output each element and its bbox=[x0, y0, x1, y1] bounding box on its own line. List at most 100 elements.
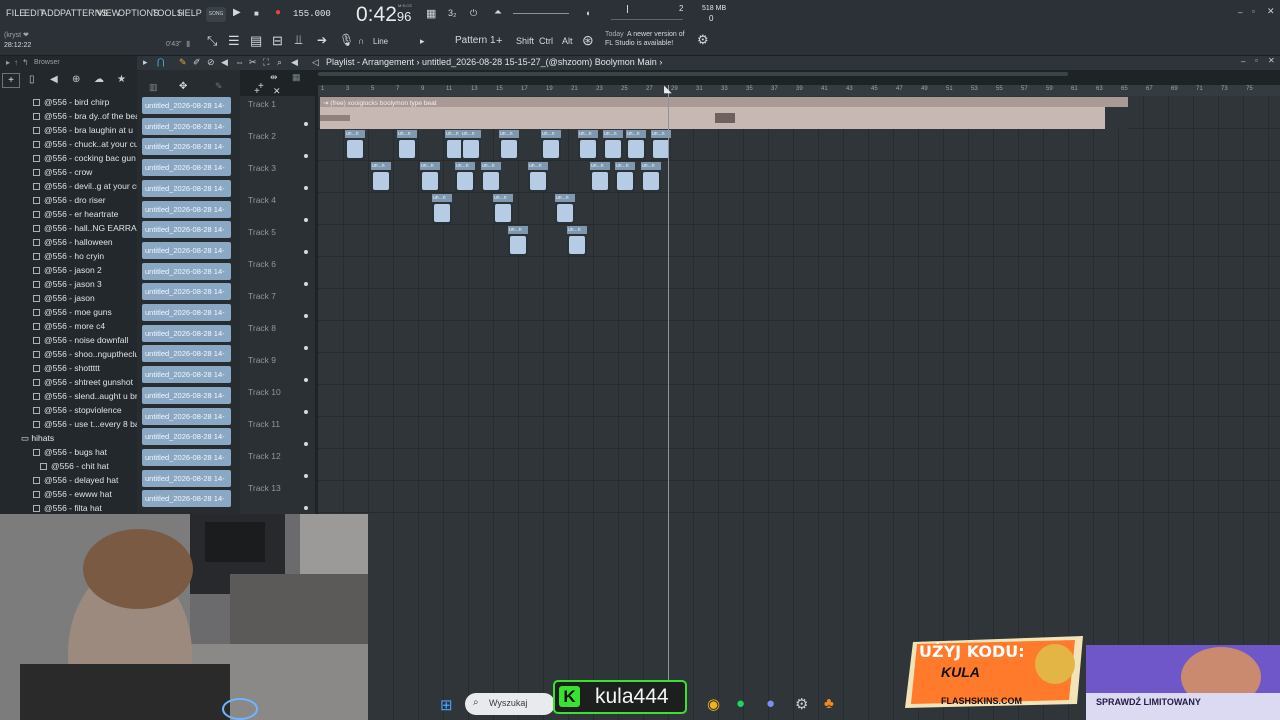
browser-item[interactable]: @556 - hall..NG EARRAPE) bbox=[33, 223, 151, 237]
typing-keyboard-icon[interactable]: ▦ bbox=[426, 7, 436, 20]
menu-file[interactable]: FILE bbox=[6, 8, 25, 18]
playlist-maximize-icon[interactable]: ▫ bbox=[1255, 56, 1258, 65]
tempo-tapper-icon[interactable]: ➔ bbox=[317, 33, 327, 47]
clip-picker-item[interactable]: untitled_2026-08-28 14- bbox=[142, 386, 231, 404]
pattern-clip[interactable]: un...n bbox=[371, 162, 391, 192]
clip-picker-item[interactable]: untitled_2026-08-28 14- bbox=[142, 200, 231, 218]
clip-picker-item[interactable]: untitled_2026-08-28 14- bbox=[142, 117, 231, 135]
track-mute-dot[interactable] bbox=[304, 186, 308, 190]
minimize-icon[interactable]: – bbox=[1238, 8, 1242, 17]
clip-picker-item[interactable]: untitled_2026-08-28 14- bbox=[142, 97, 231, 114]
track-mute-dot[interactable] bbox=[304, 442, 308, 446]
volume-knob-icon[interactable]: ◖ bbox=[585, 8, 590, 18]
browser-item[interactable]: @556 - moe guns bbox=[33, 307, 112, 321]
pattern-clip[interactable]: un...n bbox=[493, 194, 513, 224]
news-line-1[interactable]: A newer version of bbox=[627, 31, 685, 38]
browser-item[interactable]: @556 - dro riser bbox=[33, 195, 106, 209]
fl-studio-icon[interactable]: ♣ bbox=[824, 695, 834, 712]
playlist-close-icon[interactable]: ✕ bbox=[1268, 56, 1275, 65]
browser-item[interactable]: @556 - bra dy..of the beat bbox=[33, 111, 142, 125]
track-mute-dot[interactable] bbox=[304, 378, 308, 382]
slice-tool-icon[interactable]: ✂ bbox=[249, 57, 257, 68]
browser-item[interactable]: @556 - devil..g at your cut bbox=[33, 181, 143, 195]
track-name[interactable]: Track 11 bbox=[248, 419, 280, 429]
picker-grid-icon[interactable]: ▥ bbox=[149, 82, 158, 93]
browser-folder-item[interactable]: @556 - chit hat bbox=[40, 461, 109, 475]
ctrl-button[interactable]: Ctrl bbox=[539, 36, 553, 46]
browser-item[interactable]: @556 - er heartrate bbox=[33, 209, 118, 223]
browser-folder[interactable]: ▭ hihats bbox=[21, 433, 54, 444]
clip-picker-item[interactable]: untitled_2026-08-28 14- bbox=[142, 407, 231, 425]
zoom-icon[interactable]: ⇹ bbox=[270, 72, 278, 83]
step-edit-icon[interactable]: 3₂ bbox=[448, 8, 457, 18]
browser-item[interactable]: @556 - noise downfall bbox=[33, 335, 128, 349]
browser-item[interactable]: @556 - shtreet gunshot bbox=[33, 377, 133, 391]
pattern-clip[interactable]: un...n bbox=[432, 194, 452, 224]
track-name[interactable]: Track 9 bbox=[248, 355, 276, 365]
menu-help[interactable]: HELP bbox=[178, 8, 202, 18]
track-name[interactable]: Track 7 bbox=[248, 291, 276, 301]
clip-picker-item[interactable]: untitled_2026-08-28 14- bbox=[142, 179, 231, 197]
magnet-icon[interactable]: ∩ bbox=[358, 36, 364, 46]
browser-plugin-icon[interactable]: ⊕ bbox=[72, 74, 80, 85]
browser-folder-item[interactable]: @556 - delayed hat bbox=[33, 475, 118, 489]
news-icon[interactable]: ⊛ bbox=[582, 32, 594, 49]
track-mute-dot[interactable] bbox=[304, 250, 308, 254]
track-mute-dot[interactable] bbox=[304, 506, 308, 510]
browser-item[interactable]: @556 - use t...every 8 bars bbox=[33, 419, 147, 433]
playhead-marker-icon[interactable]: ◣ bbox=[664, 84, 672, 95]
pattern-clip[interactable]: un...n bbox=[555, 194, 575, 224]
track-name[interactable]: Track 12 bbox=[248, 451, 281, 461]
track-name[interactable]: Track 3 bbox=[248, 163, 276, 173]
pattern-clip[interactable]: un...n bbox=[455, 162, 475, 192]
browser-item[interactable]: @556 - bra laughin at u bbox=[33, 125, 133, 139]
chrome-icon[interactable]: ◉ bbox=[707, 695, 720, 713]
metronome-icon[interactable]: ⏶ bbox=[494, 7, 502, 18]
track-mute-dot[interactable] bbox=[304, 218, 308, 222]
track-mute-dot[interactable] bbox=[304, 154, 308, 158]
clip-picker-item[interactable]: untitled_2026-08-28 14- bbox=[142, 241, 231, 259]
windows-start-icon[interactable]: ⊞ bbox=[440, 696, 453, 714]
snap-playlist-icon[interactable]: ⤡ bbox=[207, 33, 217, 49]
browser-item[interactable]: @556 - jason 3 bbox=[33, 279, 102, 293]
clip-picker-item[interactable]: untitled_2026-08-28 14- bbox=[142, 159, 231, 177]
picker-move-icon[interactable]: ✥ bbox=[179, 81, 187, 92]
mixer-icon[interactable]: ⊟ bbox=[272, 33, 283, 49]
online-icon[interactable]: ⚙ bbox=[697, 32, 709, 48]
track-name[interactable]: Track 4 bbox=[248, 195, 276, 205]
wait-icon[interactable]: ⏻ bbox=[470, 8, 477, 19]
browser-item[interactable]: @556 - ho cryin bbox=[33, 251, 104, 265]
pattern-prev-icon[interactable]: ▸ bbox=[420, 36, 425, 47]
settings-icon[interactable]: ⚙ bbox=[795, 695, 808, 713]
spotify-icon[interactable]: ● bbox=[736, 695, 745, 712]
snap-select[interactable]: Line bbox=[373, 37, 388, 46]
browser-item[interactable]: @556 - cocking bac gun bbox=[33, 153, 136, 167]
track-name[interactable]: Track 6 bbox=[248, 259, 276, 269]
playlist-snap-icon[interactable]: ⋂ bbox=[157, 57, 164, 68]
track-mute-dot[interactable] bbox=[304, 122, 308, 126]
track-mute-dot[interactable] bbox=[304, 282, 308, 286]
browser-add-icon[interactable]: + bbox=[2, 73, 20, 88]
pattern-clip[interactable]: un...n bbox=[528, 162, 548, 192]
browser-item[interactable]: @556 - bird chirp bbox=[33, 97, 109, 111]
clip-picker-item[interactable]: untitled_2026-08-28 14- bbox=[142, 448, 231, 466]
browser-item[interactable]: @556 - more c4 bbox=[33, 321, 105, 335]
draw-tool-icon[interactable]: ✎ bbox=[179, 57, 187, 68]
clip-picker-item[interactable]: untitled_2026-08-28 14- bbox=[142, 262, 231, 280]
browser-item[interactable]: @556 - crow bbox=[33, 167, 92, 181]
delete-tool-icon[interactable]: ⊘ bbox=[207, 57, 215, 68]
pattern-clip[interactable]: un...n bbox=[461, 130, 481, 160]
pattern-clip[interactable]: un...n bbox=[397, 130, 417, 160]
track-mute-dot[interactable] bbox=[304, 314, 308, 318]
select-tool-icon[interactable]: ⛶ bbox=[263, 57, 269, 68]
browser-item[interactable]: @556 - jason bbox=[33, 293, 95, 307]
playback-tool-icon[interactable]: ◀ bbox=[291, 57, 298, 68]
master-pitch-slider[interactable] bbox=[513, 13, 569, 14]
track-name[interactable]: Track 5 bbox=[248, 227, 276, 237]
browser-speaker-icon[interactable]: ◀ bbox=[50, 74, 58, 85]
pattern-clip[interactable]: un...n bbox=[508, 226, 528, 256]
audio-clip-main[interactable]: ⇥ (free) xooiglocks boolymon type beat bbox=[320, 97, 1128, 129]
playhead[interactable] bbox=[668, 85, 669, 685]
pattern-select[interactable]: Pattern 1 bbox=[455, 35, 496, 46]
pattern-clip[interactable]: un...n bbox=[578, 130, 598, 160]
